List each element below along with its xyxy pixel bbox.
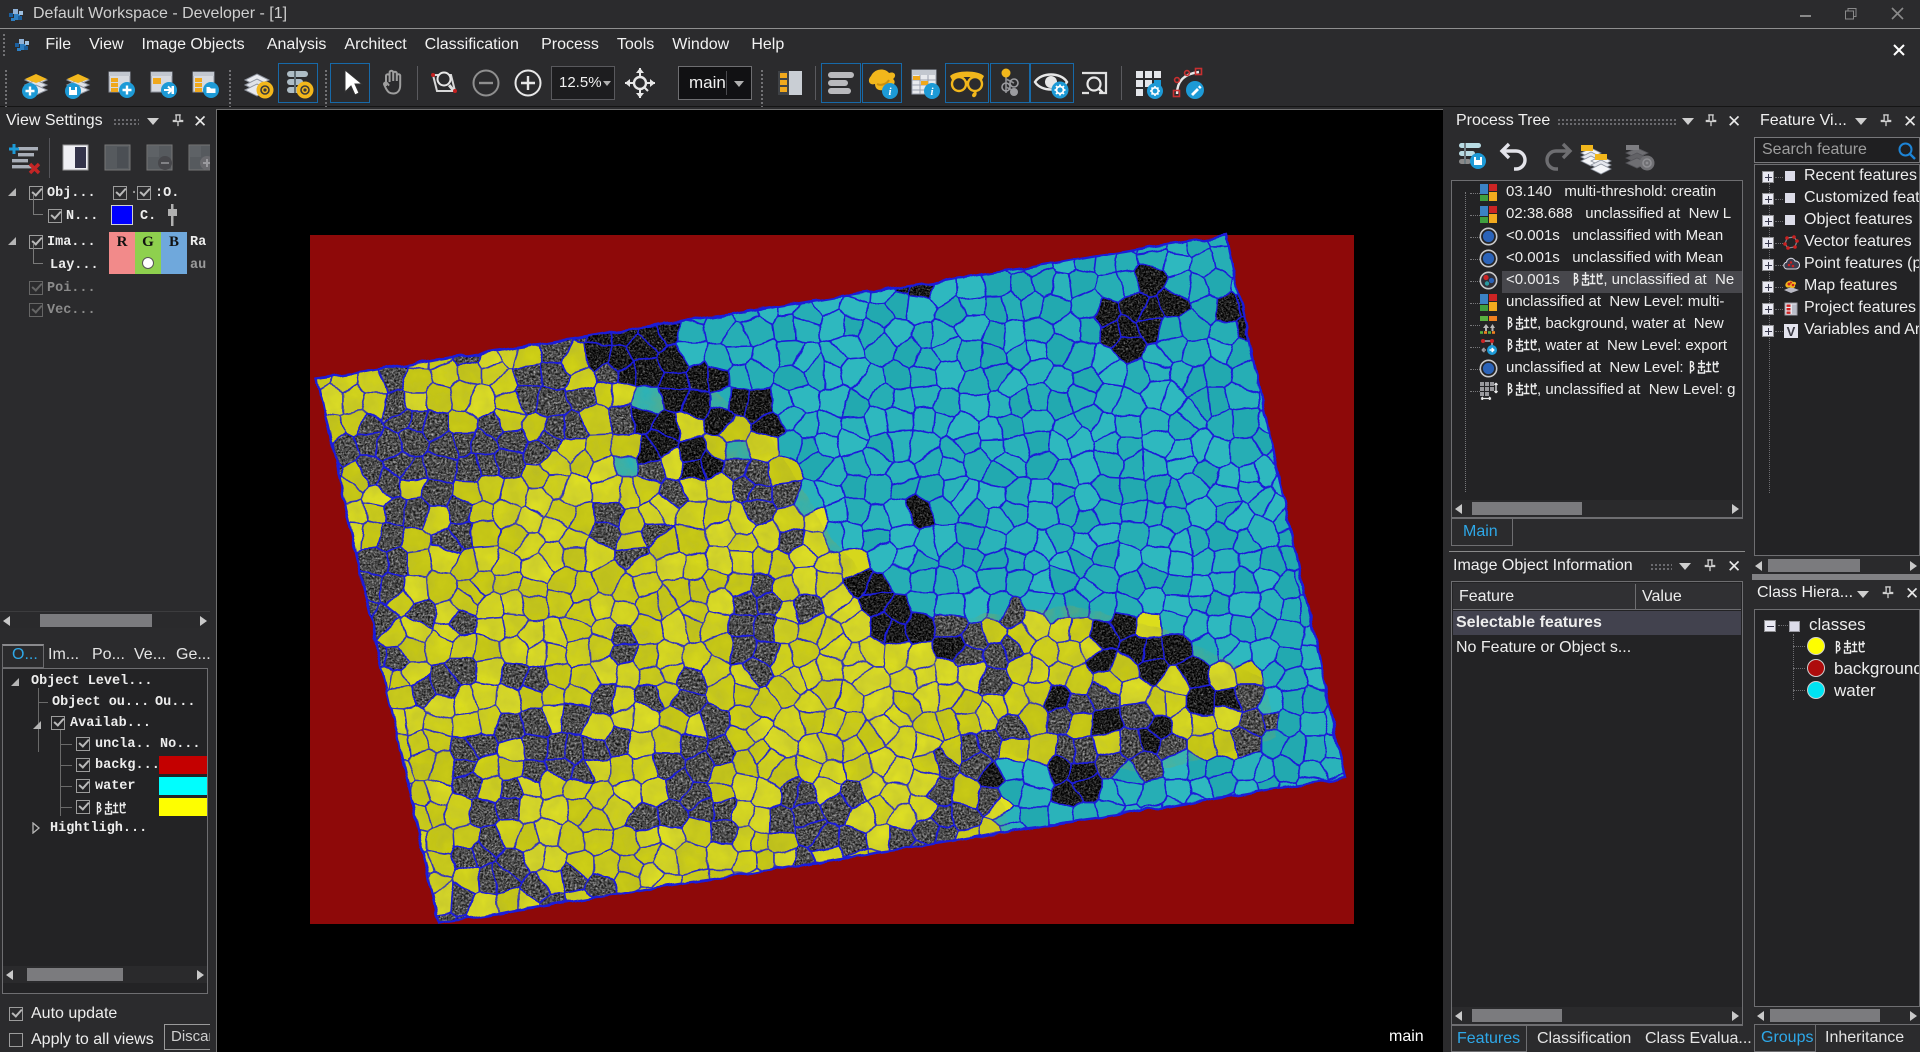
- svg-text:V: V: [1787, 324, 1796, 339]
